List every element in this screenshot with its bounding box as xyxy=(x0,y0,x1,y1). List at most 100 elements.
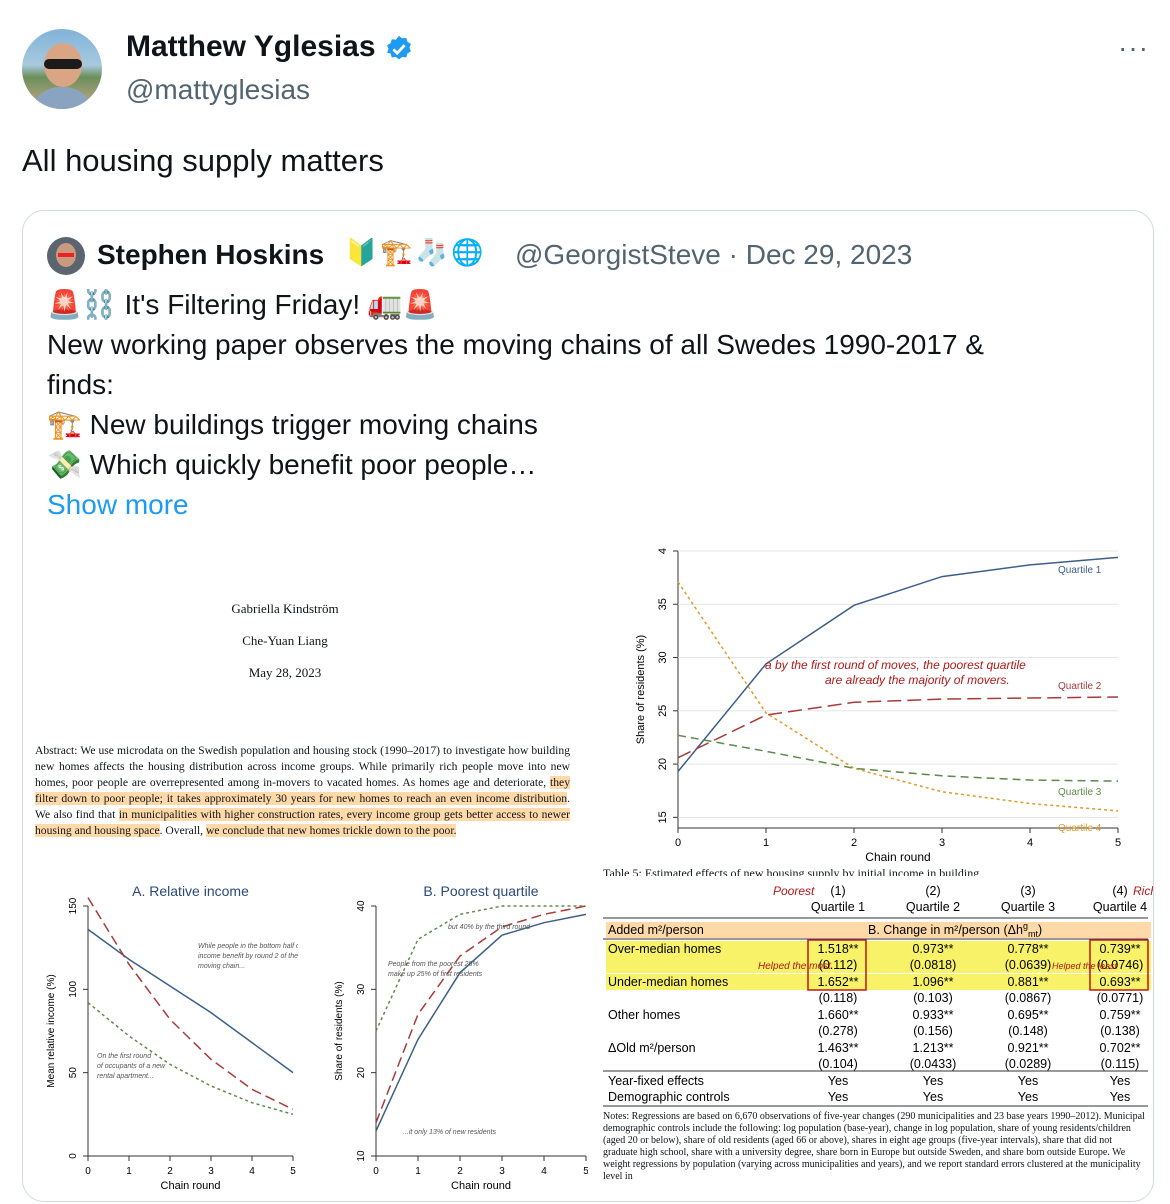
coefficient: 0.881** xyxy=(1007,975,1048,989)
standard-error: (0.278) xyxy=(818,1024,858,1038)
quoted-author-emojis: 🔰🏗️🧦🌐 xyxy=(345,237,487,267)
quoted-tweet[interactable]: Stephen Hoskins 🔰🏗️🧦🌐 @GeorgistSteve · D… xyxy=(22,210,1154,1202)
quoted-line: 💸 Which quickly benefit poor people… xyxy=(47,449,537,480)
coefficient: 0.933** xyxy=(912,1008,953,1022)
quoted-author-handle[interactable]: @GeorgistSteve · Dec 29, 2023 xyxy=(515,239,912,271)
chart-note: income benefit by round 2 of the xyxy=(198,953,298,960)
show-more-link[interactable]: Show more xyxy=(47,485,1127,525)
coefficient: 1.213** xyxy=(912,1041,953,1055)
y-tick-label: 0 xyxy=(68,1153,79,1159)
coefficient: 1.660** xyxy=(817,1008,858,1022)
quoted-avatar-laser-eyes xyxy=(58,253,74,257)
quoted-handle-text[interactable]: @GeorgistSteve xyxy=(515,239,721,270)
helped-least-note: Helped the least xyxy=(1052,961,1118,971)
x-tick-label: 0 xyxy=(85,1166,91,1177)
coefficient: 0.693** xyxy=(1099,975,1140,989)
standard-error: (0.0867) xyxy=(1005,991,1052,1005)
chart-note: People from the poorest 25% xyxy=(388,961,479,968)
author-handle[interactable]: @mattyglesias xyxy=(126,74,310,106)
fixed-effect-value: Yes xyxy=(1110,1074,1130,1088)
standard-error: (0.104) xyxy=(818,1057,858,1071)
coefficient: 1.518** xyxy=(817,942,858,956)
avatar-glasses xyxy=(44,59,82,69)
attached-image[interactable]: Gabriella Kindström Che-Yuan Liang May 2… xyxy=(23,541,1153,1201)
x-tick-label: 5 xyxy=(1115,837,1121,849)
author-name[interactable]: Matthew Yglesias xyxy=(126,30,376,64)
y-tick-label: 20 xyxy=(657,758,669,770)
y-tick-label: 20 xyxy=(356,1067,367,1079)
x-axis-label: Chain round xyxy=(161,1180,221,1192)
coefficient: 0.778** xyxy=(1007,942,1048,956)
x-tick-label: 3 xyxy=(499,1166,505,1177)
fixed-effect-value: Yes xyxy=(828,1074,848,1088)
richest-annotation: Richest xyxy=(1133,884,1153,898)
y-axis-label: Share of residents (%) xyxy=(635,635,647,744)
series-label: Quartile 2 xyxy=(1058,681,1102,692)
standard-error: (0.156) xyxy=(913,1024,953,1038)
highlighted-text: we conclude that new homes trickle down … xyxy=(205,824,457,837)
column-number: (3) xyxy=(1020,884,1035,898)
coefficient: 0.695** xyxy=(1007,1008,1048,1022)
column-header: Quartile 2 xyxy=(906,900,960,914)
paper-author-1: Gabriella Kindström xyxy=(231,601,339,616)
paper-author-2: Che-Yuan Liang xyxy=(242,633,328,648)
y-axis-label: Mean relative income (%) xyxy=(46,974,57,1087)
quoted-line: New working paper observes the moving ch… xyxy=(47,329,984,360)
x-tick-label: 0 xyxy=(373,1166,379,1177)
quoted-author-name[interactable]: Stephen Hoskins xyxy=(97,239,324,271)
x-tick-label: 1 xyxy=(415,1166,421,1177)
coefficient: 0.759** xyxy=(1099,1008,1140,1022)
coefficient: 1.463** xyxy=(817,1041,858,1055)
x-tick-label: 5 xyxy=(290,1166,296,1177)
x-tick-label: 4 xyxy=(249,1166,255,1177)
fixed-effect-value: Yes xyxy=(923,1074,943,1088)
fixed-effect-value: Yes xyxy=(1018,1090,1038,1104)
paper-abstract: Abstract: We use microdata on the Swedis… xyxy=(35,743,570,839)
author-avatar[interactable] xyxy=(22,29,102,109)
series-line xyxy=(375,905,587,1123)
verified-badge-icon xyxy=(387,35,411,60)
chart-title: A. Relative income xyxy=(132,883,249,899)
moving-chain-chart: 152025303540 1 2 3 4 5Chain roundShare of res… xyxy=(635,548,1121,861)
x-tick-label: 5 xyxy=(583,1166,588,1177)
y-tick-label: 40 xyxy=(356,900,367,912)
relative-income-chart: 0 50 100 150 0 1 2 3 4 5 Chain round Mean relative … xyxy=(46,883,298,1192)
quoted-date[interactable]: · Dec 29, 2023 xyxy=(729,239,913,270)
series-line xyxy=(677,581,1119,812)
coefficient: 0.702** xyxy=(1099,1041,1140,1055)
handwritten-annotation: a by the first round of moves, the poore… xyxy=(765,658,1026,672)
standard-error: (0.0771) xyxy=(1097,991,1144,1005)
row-label: Year-fixed effects xyxy=(608,1074,704,1088)
x-axis-label: Chain round xyxy=(451,1180,511,1192)
y-tick-label: 4 xyxy=(657,548,669,554)
chart-note: make up 25% of first residents xyxy=(388,971,483,978)
chart-note: While people in the bottom half of xyxy=(198,943,298,950)
series-line xyxy=(677,696,1119,759)
poorest-annotation: Poorest xyxy=(773,884,815,898)
standard-error: (0.138) xyxy=(1100,1024,1140,1038)
row-label: Demographic controls xyxy=(608,1090,730,1104)
y-tick-label: 10 xyxy=(356,1150,367,1162)
column-number: (4) xyxy=(1112,884,1127,898)
series-line xyxy=(677,734,1119,782)
column-number: (2) xyxy=(925,884,940,898)
column-header: Quartile 4 xyxy=(1093,900,1147,914)
x-tick-label: 1 xyxy=(763,837,769,849)
column-header: Quartile 3 xyxy=(1001,900,1055,914)
chart-note: but 40% by the third round xyxy=(448,924,531,931)
x-tick-label: 4 xyxy=(541,1166,547,1177)
y-tick-label: 30 xyxy=(657,651,669,663)
quoted-line: 🚨⛓️ It's Filtering Friday! 🚛🚨 xyxy=(47,289,438,320)
quoted-author-avatar[interactable] xyxy=(47,237,85,275)
abstract-text: Abstract: We use microdata on the Swedis… xyxy=(35,744,570,789)
y-tick-label: 50 xyxy=(68,1067,79,1079)
x-tick-label: 3 xyxy=(208,1166,214,1177)
standard-error: (0.0639) xyxy=(1005,958,1052,972)
x-tick-label: 0 xyxy=(675,837,681,849)
coefficient: 1.096** xyxy=(912,975,953,989)
more-options-icon[interactable]: ··· xyxy=(1118,32,1149,64)
quoted-tweet-body: 🚨⛓️ It's Filtering Friday! 🚛🚨 New workin… xyxy=(47,285,1127,525)
row-label: Other homes xyxy=(608,1008,680,1022)
x-axis-label: Chain round xyxy=(865,850,930,861)
row-label: Over-median homes xyxy=(608,942,721,956)
